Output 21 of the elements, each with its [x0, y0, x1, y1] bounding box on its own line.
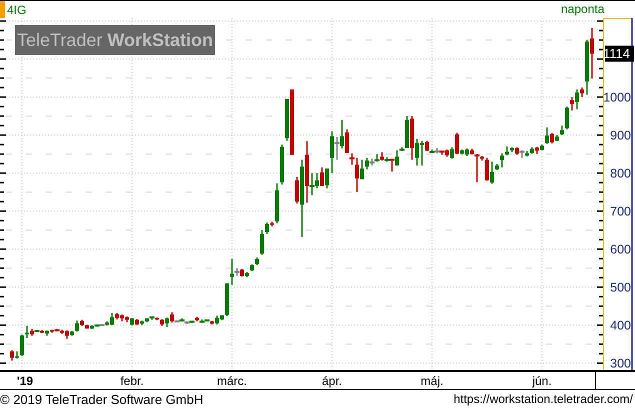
copyright-text: © 2019 TeleTrader Software GmbH	[0, 392, 204, 406]
logo-banner: TeleTrader WorkStation	[15, 25, 215, 55]
interval-label: naponta	[561, 3, 604, 15]
axis-label: 1000	[603, 90, 631, 105]
axis-label: '19	[16, 374, 34, 388]
axis-label: 400	[610, 318, 631, 333]
axis-label: 800	[610, 166, 631, 181]
axis-label: máj.	[420, 374, 444, 388]
symbol-label: 4IG	[7, 4, 26, 16]
axis-label: jún.	[532, 374, 552, 388]
axis-label: 600	[610, 242, 631, 257]
symbol-marker	[0, 1, 5, 18]
axis-label: 300	[610, 356, 631, 371]
website-link[interactable]: https://workstation.teletrader.com/	[454, 393, 633, 405]
axis-label: 900	[610, 128, 631, 143]
axis-label: ápr.	[322, 374, 342, 388]
axis-label: febr.	[120, 374, 144, 388]
axis-label: márc.	[217, 374, 247, 388]
axis-label: 700	[610, 204, 631, 219]
last-price-label: 1114	[603, 46, 634, 62]
axis-label: 500	[610, 280, 631, 295]
